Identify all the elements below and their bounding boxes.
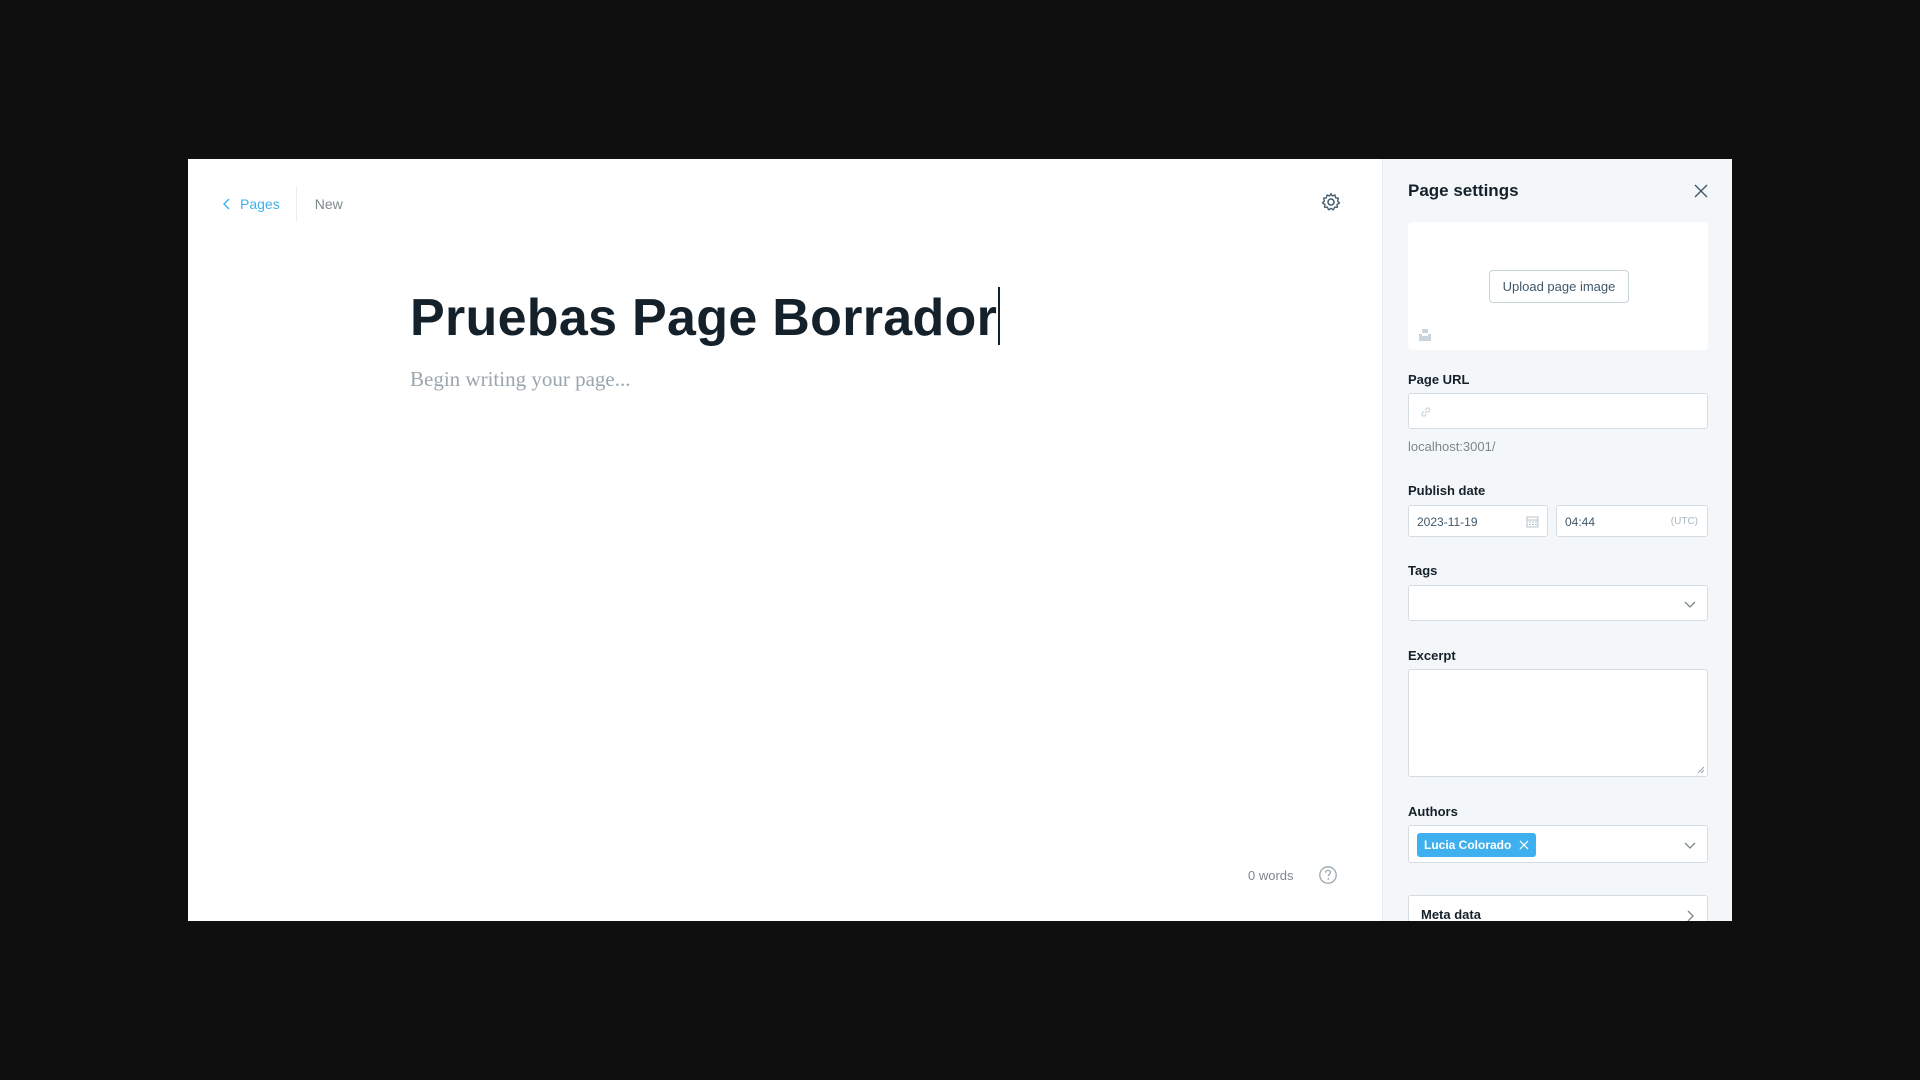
app-window: Pages New Pruebas Page Borrador Begin wr… <box>188 159 1732 921</box>
text-caret <box>998 287 1001 345</box>
settings-panel-title: Page settings <box>1408 181 1519 200</box>
page-url-input[interactable] <box>1408 393 1708 429</box>
chevron-down-icon <box>1684 601 1696 608</box>
word-count: 0 words <box>1248 868 1294 883</box>
excerpt-textarea[interactable] <box>1408 669 1708 777</box>
editor-body[interactable]: Begin writing your page... <box>410 367 630 392</box>
excerpt-label: Excerpt <box>1408 648 1456 663</box>
timezone-label: (UTC) <box>1670 516 1698 527</box>
author-name: Lucia Colorado <box>1424 838 1512 852</box>
link-icon <box>1421 407 1431 417</box>
remove-author-icon[interactable] <box>1519 840 1529 850</box>
publish-date-value: 2023-11-19 <box>1417 515 1478 529</box>
tags-select[interactable] <box>1408 585 1708 621</box>
resize-grip-icon[interactable] <box>1696 765 1705 774</box>
page-image-box: Upload page image <box>1408 222 1708 350</box>
page-url-label: Page URL <box>1408 372 1470 387</box>
page-title-input[interactable]: Pruebas Page Borrador <box>410 287 1001 348</box>
editor-area: Pages New Pruebas Page Borrador Begin wr… <box>188 159 1382 921</box>
upload-image-button[interactable]: Upload page image <box>1489 270 1629 303</box>
settings-toggle-button[interactable] <box>1318 189 1344 215</box>
meta-data-label: Meta data <box>1421 907 1481 921</box>
tags-label: Tags <box>1408 563 1438 578</box>
close-icon <box>1694 184 1708 198</box>
editor-header: Pages New <box>222 186 343 222</box>
authors-select[interactable]: Lucia Colorado <box>1408 825 1708 863</box>
publish-time-input[interactable]: 04:44 (UTC) <box>1556 505 1708 537</box>
page-title-text: Pruebas Page Borrador <box>410 289 998 347</box>
authors-label: Authors <box>1408 804 1458 819</box>
publish-date-input[interactable]: 2023-11-19 <box>1408 505 1548 537</box>
chevron-left-icon <box>223 198 230 210</box>
close-settings-button[interactable] <box>1693 183 1709 199</box>
publish-date-label: Publish date <box>1408 483 1486 498</box>
chevron-right-icon <box>1687 910 1694 921</box>
back-link-label: Pages <box>240 196 280 212</box>
help-button[interactable] <box>1318 865 1338 885</box>
image-unsplash-icon[interactable] <box>1418 328 1432 342</box>
publish-time-value: 04:44 <box>1565 515 1596 529</box>
author-chip[interactable]: Lucia Colorado <box>1417 833 1537 857</box>
post-status: New <box>314 196 343 212</box>
settings-panel: Page settings Upload page image Page URL… <box>1382 159 1732 921</box>
back-to-pages-link[interactable]: Pages <box>222 186 297 222</box>
chevron-down-icon <box>1684 842 1696 849</box>
question-icon <box>1319 866 1337 884</box>
calendar-icon <box>1526 516 1539 528</box>
gear-icon <box>1321 192 1341 211</box>
page-url-preview: localhost:3001/ <box>1408 439 1496 454</box>
meta-data-section[interactable]: Meta data <box>1408 895 1708 921</box>
